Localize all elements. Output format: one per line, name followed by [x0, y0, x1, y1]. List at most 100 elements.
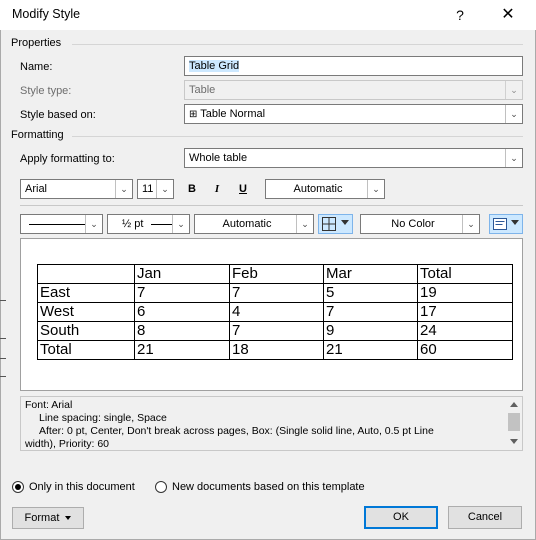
table-row: East 7 7 5 19: [37, 283, 513, 303]
font-color-value: Automatic: [293, 183, 343, 195]
table-cell: Feb: [229, 264, 324, 284]
new-documents-label[interactable]: New documents based on this template: [172, 481, 365, 493]
font-value: Arial: [25, 183, 48, 195]
table-row: Jan Feb Mar Total: [37, 264, 513, 284]
style-type-label: Style type:: [20, 85, 72, 97]
table-cell: 60: [417, 340, 513, 360]
window-title: Modify Style: [12, 7, 81, 21]
font-color-select[interactable]: Automatic ⌄: [265, 179, 385, 199]
table-row: Total 21 18 21 60: [37, 340, 513, 360]
chevron-down-icon: ⌄: [505, 105, 522, 123]
apply-formatting-value: Whole table: [189, 152, 248, 164]
table-style-icon: ⊞: [189, 109, 198, 120]
name-input[interactable]: Table Grid: [184, 56, 523, 76]
table-cell: Mar: [323, 264, 418, 284]
table-cell: 5: [323, 283, 418, 303]
style-type-value: Table: [189, 84, 216, 96]
border-style-select[interactable]: ⌄: [20, 214, 103, 234]
style-type-select: Table ⌄: [184, 80, 523, 100]
style-preview: Jan Feb Mar Total East 7 7 5 19 West 6 4…: [20, 238, 523, 391]
new-documents-radio[interactable]: [155, 481, 167, 493]
table-properties-icon: [493, 218, 507, 230]
italic-button[interactable]: I: [208, 180, 226, 198]
table-cell: 17: [417, 302, 513, 322]
border-color-value: Automatic: [222, 218, 272, 230]
chevron-down-icon: ⌄: [462, 215, 479, 233]
chevron-down-icon: [65, 516, 72, 521]
table-cell: Total: [37, 340, 135, 360]
chevron-down-icon: ⌄: [115, 180, 132, 198]
table-row: South 8 7 9 24: [37, 321, 513, 341]
table-cell: 8: [134, 321, 230, 341]
based-on-select[interactable]: ⊞ Table Normal ⌄: [184, 104, 523, 124]
table-cell: South: [37, 321, 135, 341]
close-button[interactable]: ✕: [488, 0, 528, 30]
toolbar-divider: [20, 205, 523, 206]
table-cell: 4: [229, 302, 324, 322]
style-description: Font: Arial Line spacing: single, Space …: [20, 396, 523, 451]
table-cell: 7: [134, 283, 230, 303]
scroll-thumb[interactable]: [508, 413, 520, 431]
font-select[interactable]: Arial ⌄: [20, 179, 133, 199]
table-cell: West: [37, 302, 135, 322]
only-this-document-label[interactable]: Only in this document: [29, 481, 135, 493]
based-on-label: Style based on:: [20, 109, 96, 121]
format-button[interactable]: Format: [12, 507, 84, 529]
table-cell: 7: [229, 283, 324, 303]
formatting-section-title: Formatting: [11, 129, 64, 141]
name-label: Name:: [20, 61, 53, 73]
apply-formatting-select[interactable]: Whole table ⌄: [184, 148, 523, 168]
chevron-down-icon: ⌄: [505, 81, 522, 99]
table-style-options-button[interactable]: [489, 214, 523, 234]
ok-button[interactable]: OK: [364, 506, 438, 529]
weight-line-icon: [151, 224, 173, 225]
properties-divider: [72, 44, 523, 45]
format-button-label: Format: [24, 512, 60, 524]
underline-button[interactable]: U: [234, 180, 252, 198]
only-this-document-radio[interactable]: [12, 481, 24, 493]
table-cell: Total: [417, 264, 513, 284]
background-mark: [0, 300, 6, 301]
table-cell: [37, 264, 135, 284]
based-on-value: Table Normal: [200, 108, 266, 120]
background-mark: [0, 376, 6, 377]
table-cell: 6: [134, 302, 230, 322]
name-value: Table Grid: [189, 60, 240, 72]
table-cell: 18: [229, 340, 324, 360]
help-button[interactable]: ?: [440, 0, 480, 30]
fill-color-select[interactable]: No Color ⌄: [360, 214, 480, 234]
formatting-divider: [72, 136, 523, 137]
table-cell: 24: [417, 321, 513, 341]
bold-button[interactable]: B: [183, 180, 201, 198]
chevron-down-icon: ⌄: [85, 215, 102, 233]
table-cell: Jan: [134, 264, 230, 284]
description-line: After: 0 pt, Center, Don't break across …: [39, 425, 434, 437]
table-cell: 9: [323, 321, 418, 341]
borders-button[interactable]: [318, 214, 353, 234]
table-cell: East: [37, 283, 135, 303]
table-cell: 21: [323, 340, 418, 360]
border-weight-select[interactable]: ½ pt ⌄: [107, 214, 190, 234]
description-line: width), Priority: 60: [25, 438, 110, 450]
border-weight-value: ½ pt: [122, 218, 144, 230]
solid-line-icon: [29, 224, 85, 225]
cancel-button[interactable]: Cancel: [448, 506, 522, 529]
border-color-select[interactable]: Automatic ⌄: [194, 214, 314, 234]
chevron-down-icon: [341, 220, 349, 225]
description-scrollbar[interactable]: [506, 397, 522, 450]
font-size-value: 11: [142, 183, 154, 195]
background-mark: [0, 358, 6, 359]
apply-formatting-label: Apply formatting to:: [20, 153, 115, 165]
scroll-down-icon[interactable]: [510, 439, 518, 444]
chevron-down-icon: ⌄: [505, 149, 522, 167]
properties-section-title: Properties: [11, 37, 62, 49]
chevron-down-icon: ⌄: [156, 180, 173, 198]
font-size-select[interactable]: 11 ⌄: [137, 179, 174, 199]
table-cell: 21: [134, 340, 230, 360]
chevron-down-icon: ⌄: [367, 180, 384, 198]
scroll-up-icon[interactable]: [510, 402, 518, 407]
chevron-down-icon: [511, 220, 519, 225]
table-cell: 19: [417, 283, 513, 303]
table-cell: 7: [229, 321, 324, 341]
chevron-down-icon: ⌄: [172, 215, 189, 233]
